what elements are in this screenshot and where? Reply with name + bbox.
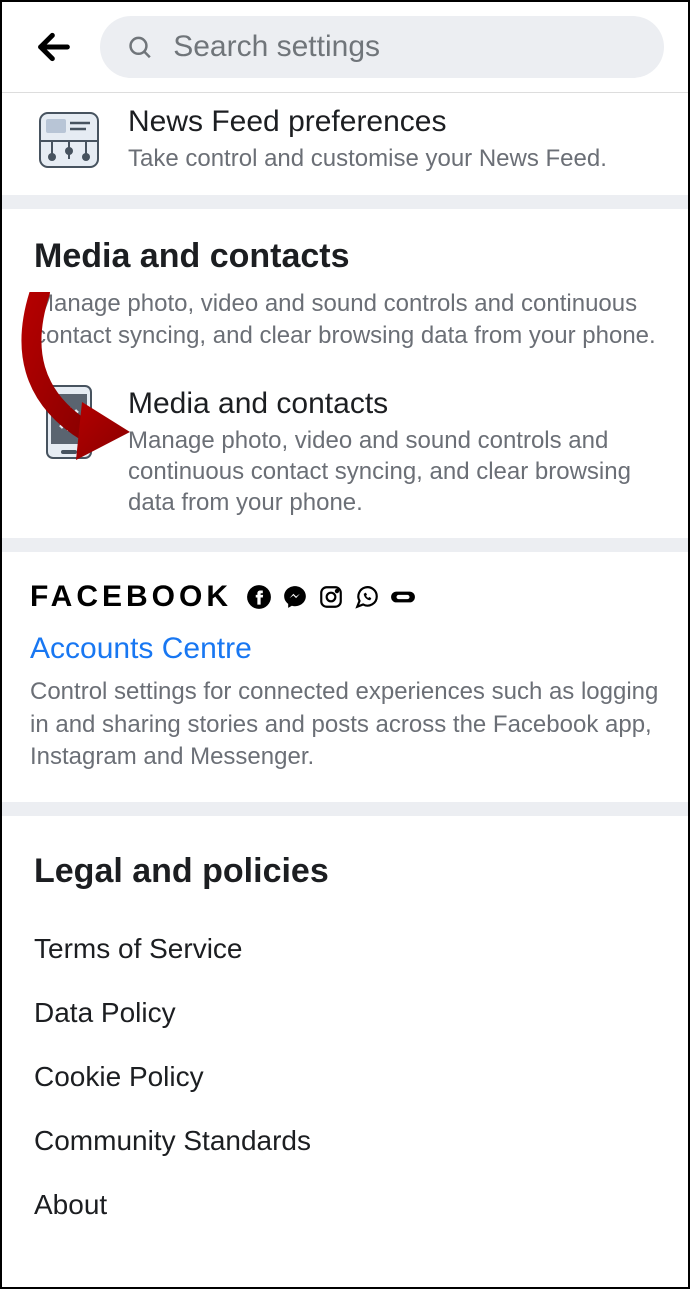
news-feed-icon [34,105,104,175]
header-bar [2,2,688,93]
messenger-icon [282,584,308,610]
accounts-centre-block: Accounts Centre Control settings for con… [2,614,688,801]
search-field[interactable] [100,16,664,78]
facebook-wordmark: FACEBOOK [30,580,232,614]
news-feed-title: News Feed preferences [128,105,656,139]
section-divider [2,195,688,209]
news-feed-desc: Take control and customise your News Fee… [128,143,656,174]
arrow-left-icon [34,27,74,67]
instagram-icon [318,584,344,610]
media-section-heading: Media and contacts [34,237,656,276]
legal-item-cookie-policy[interactable]: Cookie Policy [34,1045,656,1109]
legal-item-about[interactable]: About [34,1173,656,1237]
legal-item-community-standards[interactable]: Community Standards [34,1109,656,1173]
section-divider [2,538,688,552]
section-legal: Legal and policies Terms of Service Data… [2,816,688,1237]
back-button[interactable] [26,19,82,75]
search-icon [126,32,153,62]
section-divider [2,802,688,816]
media-item-desc: Manage photo, video and sound controls a… [128,425,656,519]
settings-item-media-contacts[interactable]: Media and contacts Manage photo, video a… [2,375,688,539]
media-section-sub: Manage photo, video and sound controls a… [34,288,656,353]
facebook-icon [246,584,272,610]
oculus-icon [390,584,416,610]
legal-item-data-policy[interactable]: Data Policy [34,981,656,1045]
legal-heading: Legal and policies [34,852,656,891]
accounts-centre-link[interactable]: Accounts Centre [30,632,660,666]
whatsapp-icon [354,584,380,610]
accounts-centre-desc: Control settings for connected experienc… [30,676,660,773]
search-input[interactable] [173,30,638,64]
facebook-brand-bar: FACEBOOK [2,552,688,614]
media-item-title: Media and contacts [128,387,656,421]
phone-gear-icon [34,387,104,457]
legal-item-terms[interactable]: Terms of Service [34,917,656,981]
settings-item-news-feed[interactable]: News Feed preferences Take control and c… [2,93,688,195]
section-media-contacts: Media and contacts Manage photo, video a… [2,209,688,375]
